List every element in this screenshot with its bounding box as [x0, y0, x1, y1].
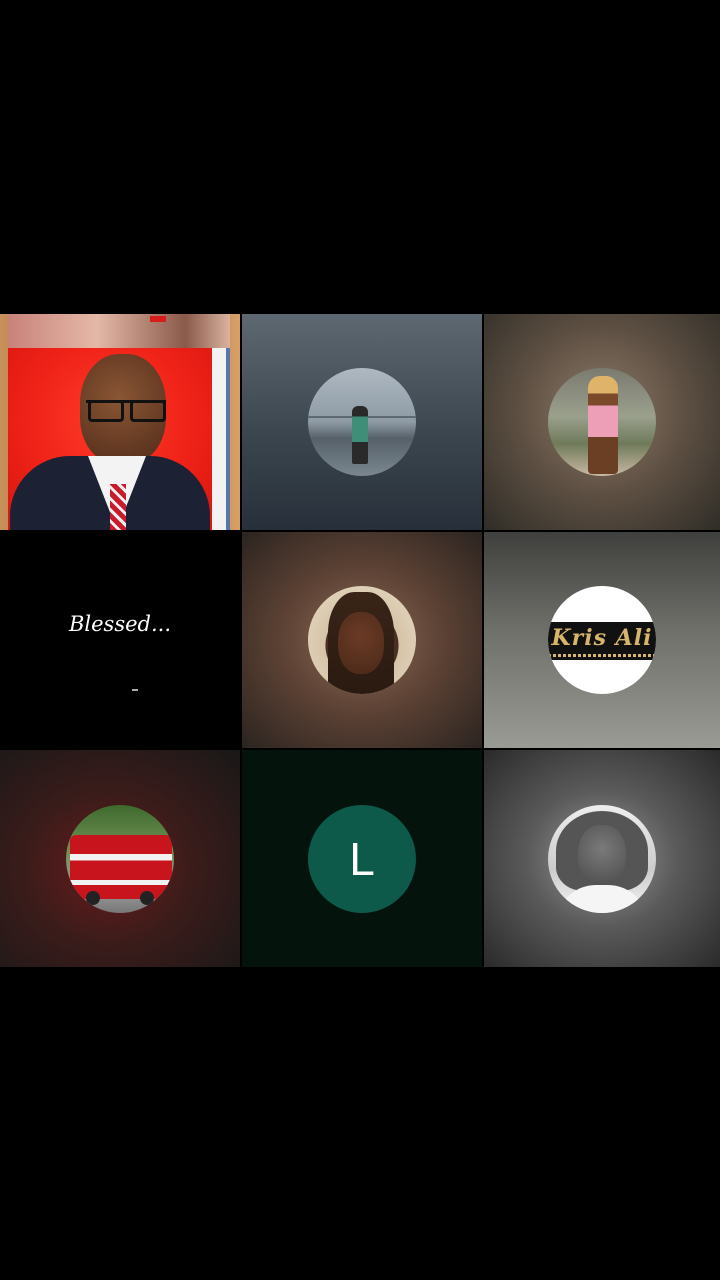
video-logo-tag [150, 316, 166, 322]
avatar [66, 804, 174, 913]
avatar [548, 804, 656, 913]
avatar-bus [70, 834, 172, 899]
speaker-tie [110, 484, 126, 530]
avatar-shoulders [556, 884, 648, 913]
avatar-face [578, 824, 626, 885]
participant-tile-8[interactable]: L [242, 750, 482, 967]
avatar-person [588, 376, 618, 474]
bus-wheel [86, 890, 100, 905]
status-text: Blessed... [68, 612, 172, 636]
logo-text: Kris Ali [551, 625, 653, 651]
participant-tile-video[interactable] [0, 314, 240, 530]
participant-tile-7[interactable] [0, 750, 240, 967]
logo-subtext [548, 654, 656, 657]
participant-tile-6[interactable]: Kris Ali [484, 532, 720, 748]
avatar-initial-letter: L [349, 832, 375, 885]
participant-tile-3[interactable] [484, 314, 720, 530]
video-edge [212, 348, 226, 530]
bus-wheel [140, 890, 154, 905]
status-dots [132, 689, 138, 691]
participant-tile-2[interactable] [242, 314, 482, 530]
avatar-person [352, 406, 368, 464]
avatar-initial: L [308, 804, 416, 913]
participant-grid: Blessed... Kris Ali L [0, 314, 720, 967]
participant-tile-5[interactable] [242, 532, 482, 748]
video-edge-blue [226, 348, 230, 530]
participant-tile-status[interactable]: Blessed... [0, 532, 240, 748]
participant-tile-9[interactable] [484, 750, 720, 967]
avatar [308, 586, 416, 694]
video-background [8, 314, 230, 348]
speaker-glasses [86, 400, 166, 422]
avatar-face [338, 612, 384, 674]
avatar [308, 368, 416, 476]
avatar [548, 368, 656, 476]
avatar-logo: Kris Ali [548, 586, 656, 694]
